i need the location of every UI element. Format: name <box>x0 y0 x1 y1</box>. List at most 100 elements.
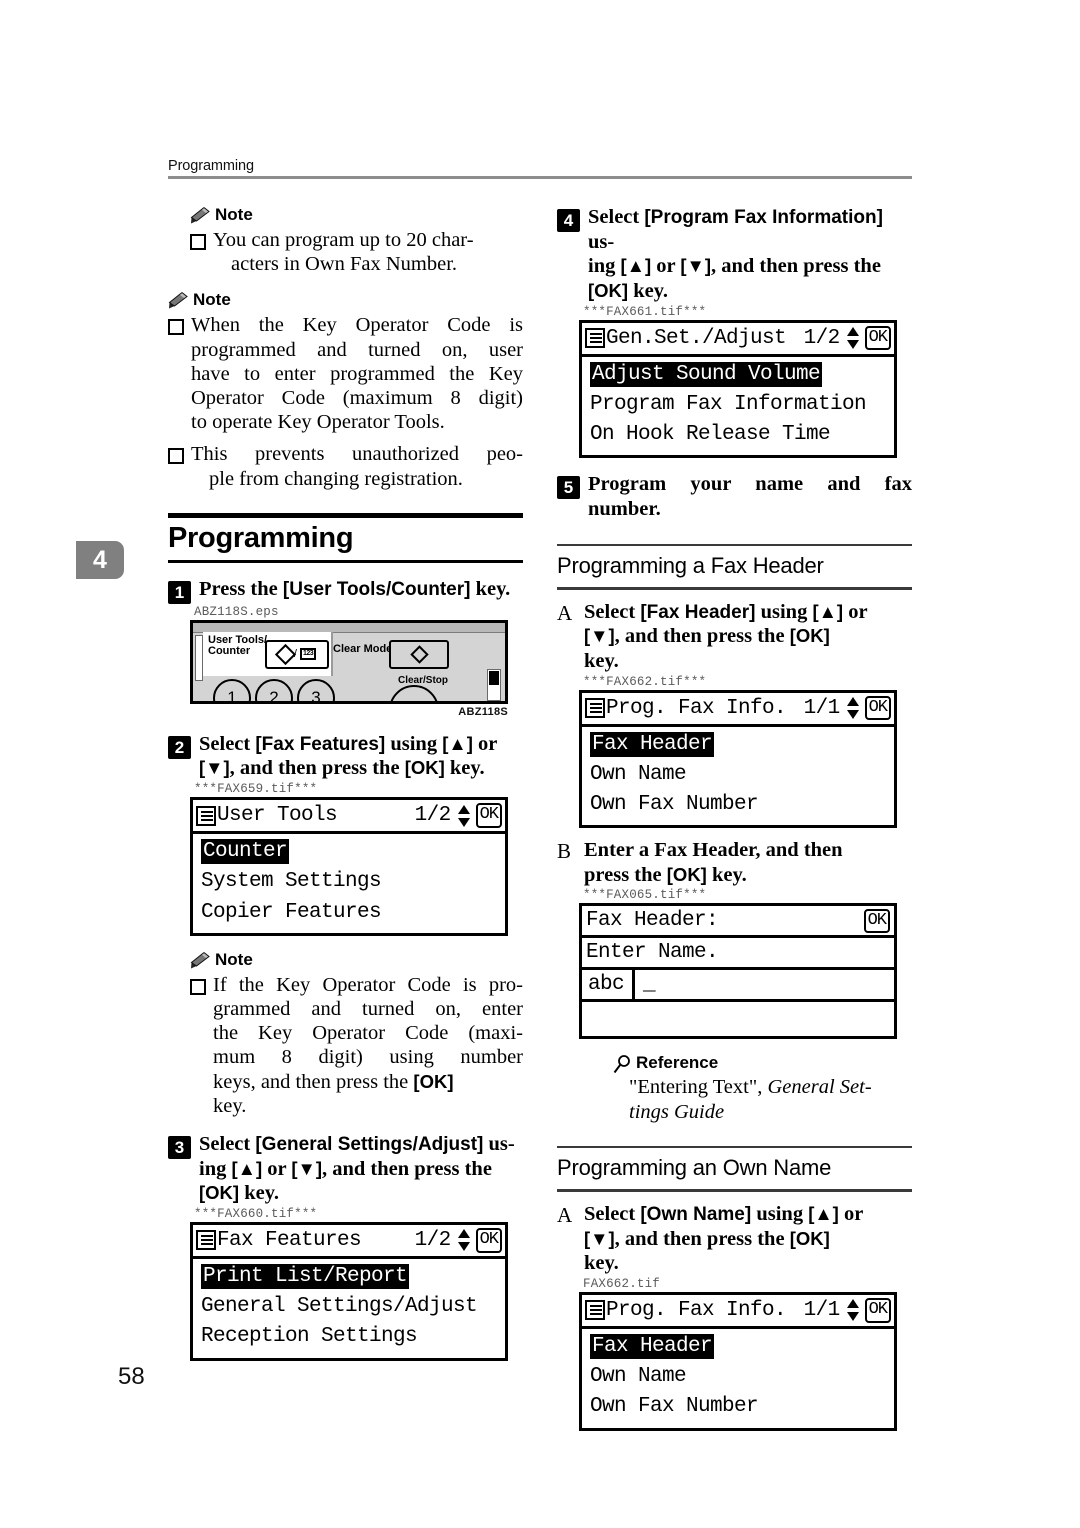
section-heading-own-name: Programming an Own Name <box>557 1145 912 1192</box>
lcd-title-bar: Gen.Set./Adjust 1/2 OK <box>582 323 894 357</box>
lcd-menu-item-label: Own Name <box>590 1365 687 1389</box>
key-label: [Fax Features] <box>255 733 386 755</box>
note-item: When the Key Operator Code is programmed… <box>168 313 523 434</box>
note-item-body: When the Key Operator Code is programmed… <box>191 313 523 434</box>
lcd-page-indicator: 1/2 <box>414 804 452 828</box>
step-line: [OK] key. <box>588 279 912 304</box>
note-item: This prevents unauthorized peo- ple from… <box>168 442 523 490</box>
step-text-part: us- <box>588 230 615 253</box>
note-line: You can program up to 20 char- <box>213 229 474 251</box>
reference-quoted-title: "Entering Text", <box>629 1076 768 1099</box>
section-heading-title: Programming a Fax Header <box>557 553 824 579</box>
lcd-entry-input-row[interactable]: abc _ <box>582 970 894 1003</box>
number-key-2[interactable]: 2 <box>255 678 293 701</box>
down-arrow-key-label: [▼] <box>291 1157 322 1179</box>
note-item: You can program up to 20 char- acters in… <box>190 228 523 276</box>
substep-line: key. <box>584 649 619 672</box>
step-number-badge: 5 <box>557 476 580 500</box>
lcd-screen-user-tools: User Tools 1/2 OK Counter System Setting… <box>190 797 508 936</box>
note-line: When the Key Operator Code is <box>191 314 523 337</box>
lcd-screen-fax-features: Fax Features 1/2 OK Print List/Report Ge… <box>190 1221 508 1361</box>
step-text-part: or <box>472 732 498 755</box>
substep-a-text: Select [Fax Header] using [▲] or [▼], an… <box>584 600 912 674</box>
lcd-menu-item[interactable]: On Hook Release Time <box>582 420 894 450</box>
lcd-title-bar: Fax Features 1/2 OK <box>193 1225 505 1259</box>
up-down-arrows-icon <box>846 327 861 350</box>
substep-text-part: key. <box>706 863 747 886</box>
text-cursor: _ <box>643 973 656 997</box>
down-arrow-key-label: [▼] <box>584 1227 615 1249</box>
heading-rule-bottom <box>168 559 523 563</box>
lcd-menu-item[interactable]: Own Fax Number <box>582 790 894 820</box>
lcd-entry-prompt: Enter Name. <box>586 941 719 965</box>
chapter-number-tab: 4 <box>76 541 124 579</box>
lcd-menu-item[interactable]: Copier Features <box>193 898 505 928</box>
lcd-page-indicator: 1/2 <box>414 1228 452 1252</box>
step-4-text: Select [Program Fax Information] us- ing… <box>588 205 912 304</box>
down-arrow-key-label: [▼] <box>199 757 230 779</box>
clear-stop-key[interactable] <box>389 684 439 701</box>
magnifier-icon <box>613 1055 632 1074</box>
substep-text-part: or <box>838 1202 864 1225</box>
lcd-menu-item[interactable]: Own Fax Number <box>582 1392 894 1422</box>
lcd-menu-item-label: Own Name <box>590 762 687 786</box>
step-text-part: ing <box>199 1157 232 1180</box>
lcd-entry-prompt-row: Enter Name. <box>582 938 894 971</box>
lcd-ok-button[interactable]: OK <box>864 325 891 351</box>
control-panel-figure: User Tools/ Counter / 123 Clear Modes Cl… <box>190 619 508 718</box>
right-column: 4 Select [Program Fax Information] us- i… <box>557 205 912 1431</box>
document-page: Programming 4 58 Note You can program up… <box>0 0 1080 1528</box>
label-line: User Tools/ <box>208 633 268 646</box>
lcd-screen-fax-header-entry: Fax Header: OK Enter Name. abc _ <box>579 903 897 1040</box>
ok-key-label: [OK] <box>413 1070 454 1092</box>
user-tools-counter-key[interactable]: / 123 <box>265 639 329 669</box>
step-line: Program your name and fax <box>588 473 912 496</box>
note-block-2: Note When the Key Operator Code is progr… <box>168 290 523 490</box>
running-header: Programming <box>168 158 912 179</box>
lcd-menu-list: Fax Header Own Name Own Fax Number <box>582 727 894 826</box>
step-text-part: key. <box>444 757 485 780</box>
lcd-title-bar: Prog. Fax Info. 1/1 OK <box>582 693 894 727</box>
up-arrow-key-label: [▲] <box>620 255 652 277</box>
lcd-page-indicator: 1/2 <box>803 326 841 350</box>
page-number: 58 <box>118 1363 145 1390</box>
lcd-menu-list: Print List/Report General Settings/Adjus… <box>193 1259 505 1358</box>
square-bullet-icon <box>168 448 184 465</box>
lcd-menu-item[interactable]: Counter <box>193 837 505 867</box>
square-bullet-icon <box>190 234 206 250</box>
lcd-menu-item[interactable]: Own Name <box>582 760 894 790</box>
lcd-menu-item[interactable]: Fax Header <box>582 730 894 760</box>
clear-modes-key[interactable] <box>389 639 449 669</box>
lcd-menu-item[interactable]: Fax Header <box>582 1332 894 1362</box>
lcd-menu-item[interactable]: Print List/Report <box>193 1262 505 1292</box>
lcd-screen-prog-fax-info-2: Prog. Fax Info. 1/1 OK Fax Header Own Na… <box>579 1291 897 1431</box>
step-5-text: Program your name and fax number. <box>588 472 912 521</box>
note-line: If the Key Operator Code is pro- <box>213 973 523 996</box>
step-2-text: Select [Fax Features] using [▲] or [▼], … <box>199 732 523 781</box>
lcd-menu-item[interactable]: System Settings <box>193 867 505 897</box>
lcd-menu-item[interactable]: Own Name <box>582 1362 894 1392</box>
panel-right-edge <box>487 668 501 701</box>
lcd-ok-button[interactable]: OK <box>864 695 891 721</box>
substep-a-own-name: A Select [Own Name] using [▲] or [▼], an… <box>557 1202 912 1276</box>
input-mode-indicator[interactable]: abc <box>586 970 636 1000</box>
lcd-ok-button[interactable]: OK <box>475 1228 502 1253</box>
step-line: Select [Fax Features] using [▲] or <box>199 732 523 757</box>
lcd-ok-button[interactable]: OK <box>475 803 502 828</box>
figure-filename-caption: ***FAX660.tif*** <box>194 1206 318 1221</box>
lcd-menu-item[interactable]: General Settings/Adjust <box>193 1292 505 1322</box>
lcd-menu-item[interactable]: Program Fax Information <box>582 390 894 420</box>
lcd-menu-item[interactable]: Adjust Sound Volume <box>582 360 894 390</box>
step-line: Select [General Settings/Adjust] us- <box>199 1132 523 1157</box>
key-label: [Own Name] <box>640 1203 752 1225</box>
note-block-1: Note You can program up to 20 char- acte… <box>168 205 523 276</box>
note-line: programmed and turned on, user <box>191 338 523 361</box>
lcd-menu-item[interactable]: Reception Settings <box>193 1322 505 1352</box>
lcd-ok-button[interactable]: OK <box>864 1298 891 1323</box>
key-label: [User Tools/Counter] <box>282 578 471 600</box>
up-down-arrows-icon <box>457 1229 472 1252</box>
lcd-ok-button[interactable]: OK <box>863 908 890 934</box>
reference-heading: Reference <box>613 1053 912 1074</box>
number-key-3[interactable]: 3 <box>297 678 335 701</box>
number-key-1[interactable]: 1 <box>213 678 251 701</box>
